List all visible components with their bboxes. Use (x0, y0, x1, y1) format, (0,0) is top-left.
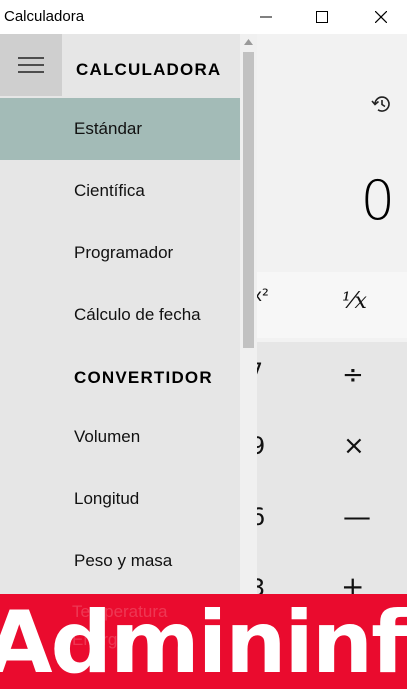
nav-item-calculo-de-fecha[interactable]: Cálculo de fecha (0, 284, 240, 346)
navigation-pane: CALCULADORA Estándar Científica Programa… (0, 34, 240, 594)
history-icon (371, 96, 390, 112)
title-bar: Calculadora (0, 0, 407, 34)
result-display: 0 (360, 169, 395, 232)
scrollbar-thumb[interactable] (243, 52, 254, 348)
hamburger-menu-icon (18, 57, 44, 73)
nav-item-label: Peso y masa (74, 551, 173, 570)
scroll-up-arrow-icon[interactable] (243, 38, 254, 46)
history-button[interactable] (362, 90, 400, 118)
nav-item-label: Programador (74, 243, 174, 262)
numpad (240, 342, 407, 594)
menu-button[interactable] (0, 34, 62, 96)
nav-item-volumen[interactable]: Volumen (0, 406, 240, 468)
subtract-key[interactable]: — (343, 500, 371, 533)
maximize-icon (316, 11, 328, 23)
divide-key[interactable]: ÷ (342, 360, 364, 390)
nav-header: CALCULADORA (0, 34, 240, 96)
nav-item-estandar[interactable]: Estándar (0, 98, 240, 160)
close-icon (375, 11, 387, 23)
window-title: Calculadora (4, 8, 85, 25)
nav-item-programador[interactable]: Programador (0, 222, 240, 284)
minimize-icon (260, 16, 272, 18)
nav-item-label: Científica (74, 181, 145, 200)
multiply-key[interactable]: × (343, 431, 365, 461)
watermark-text: Admininfo.info (0, 594, 407, 689)
nav-section-calculators: CALCULADORA (76, 60, 222, 79)
maximize-button[interactable] (299, 0, 345, 34)
nav-item-label: Estándar (74, 119, 143, 138)
nav-item-label: Cálculo de fecha (74, 305, 201, 324)
nav-item-longitud[interactable]: Longitud (0, 468, 240, 530)
minimize-button[interactable] (243, 0, 289, 34)
nav-item-peso-y-masa[interactable]: Peso y masa (0, 530, 240, 592)
nav-item-label: Longitud (74, 489, 140, 508)
reciprocal-key[interactable]: ¹⁄x (342, 289, 367, 314)
nav-item-cientifica[interactable]: Científica (0, 160, 240, 222)
nav-item-label: Volumen (74, 427, 141, 446)
close-button[interactable] (358, 0, 404, 34)
watermark-banner: Temperatura Energía Admininfo.info (0, 594, 407, 689)
nav-section-converters: CONVERTIDOR (74, 368, 213, 387)
